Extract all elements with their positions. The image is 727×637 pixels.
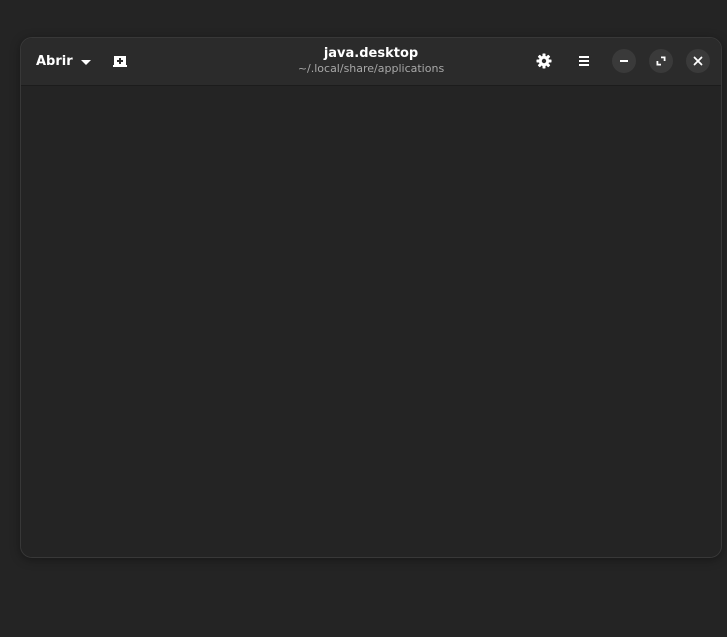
open-button-label: Abrir [36, 53, 73, 69]
window-title: java.desktop [323, 46, 419, 61]
new-tab-icon [113, 56, 127, 67]
hamburger-menu-icon [579, 56, 589, 66]
text-editor-window: Abrir java.desktop ~/.local/share/applic… [20, 37, 722, 558]
settings-button[interactable] [530, 47, 558, 75]
header-bar: Abrir java.desktop ~/.local/share/applic… [21, 38, 721, 86]
text-editor-area[interactable] [21, 86, 721, 557]
close-icon [693, 56, 703, 66]
open-button[interactable]: Abrir [30, 47, 97, 75]
minimize-button[interactable] [612, 49, 636, 73]
maximize-icon [656, 56, 666, 66]
new-tab-button[interactable] [106, 47, 134, 75]
main-menu-button[interactable] [570, 47, 598, 75]
window-subtitle: ~/.local/share/applications [297, 62, 445, 75]
minimize-icon [620, 60, 628, 62]
gear-icon [536, 53, 552, 69]
window-title-block: java.desktop ~/.local/share/applications [271, 46, 471, 76]
maximize-button[interactable] [649, 49, 673, 73]
chevron-down-icon [80, 59, 91, 65]
close-button[interactable] [686, 49, 710, 73]
